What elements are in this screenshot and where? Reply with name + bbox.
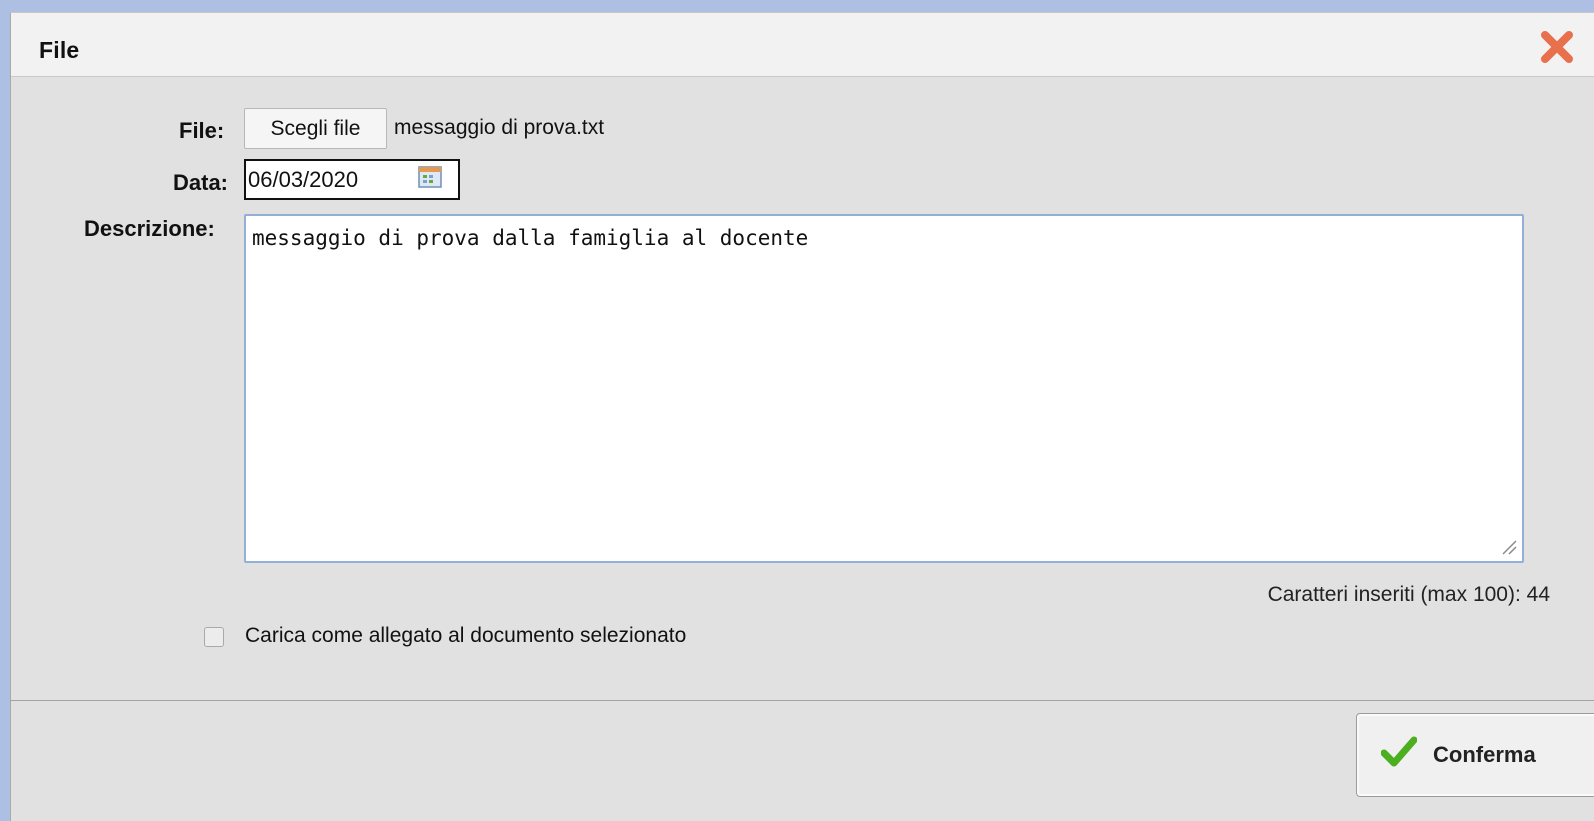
description-label: Descrizione: — [84, 216, 215, 241]
file-label: File: — [179, 118, 225, 143]
dialog-titlebar: File — [11, 13, 1594, 77]
footer-divider — [11, 700, 1594, 701]
check-icon — [1381, 736, 1417, 767]
date-label: Data: — [173, 170, 229, 195]
attach-checkbox[interactable] — [204, 627, 224, 647]
choose-file-button[interactable]: Scegli file — [244, 108, 387, 149]
calendar-icon[interactable] — [418, 166, 442, 188]
attach-checkbox-label[interactable]: Carica come allegato al documento selezi… — [245, 624, 686, 648]
resize-grip-icon[interactable] — [1499, 537, 1517, 555]
character-counter: Caratteri inseriti (max 100): 44 — [1267, 583, 1550, 606]
confirm-button-label: Conferma — [1433, 742, 1536, 767]
date-field[interactable] — [244, 159, 460, 200]
close-icon[interactable] — [1537, 27, 1577, 67]
dialog-title: File — [39, 37, 80, 63]
file-dialog: File File: Scegli file messaggio di prov… — [10, 12, 1594, 821]
description-textarea[interactable]: messaggio di prova dalla famiglia al doc… — [244, 214, 1524, 563]
confirm-button[interactable]: Conferma — [1356, 713, 1594, 797]
selected-file-name: messaggio di prova.txt — [394, 116, 605, 139]
date-input[interactable] — [248, 165, 408, 195]
